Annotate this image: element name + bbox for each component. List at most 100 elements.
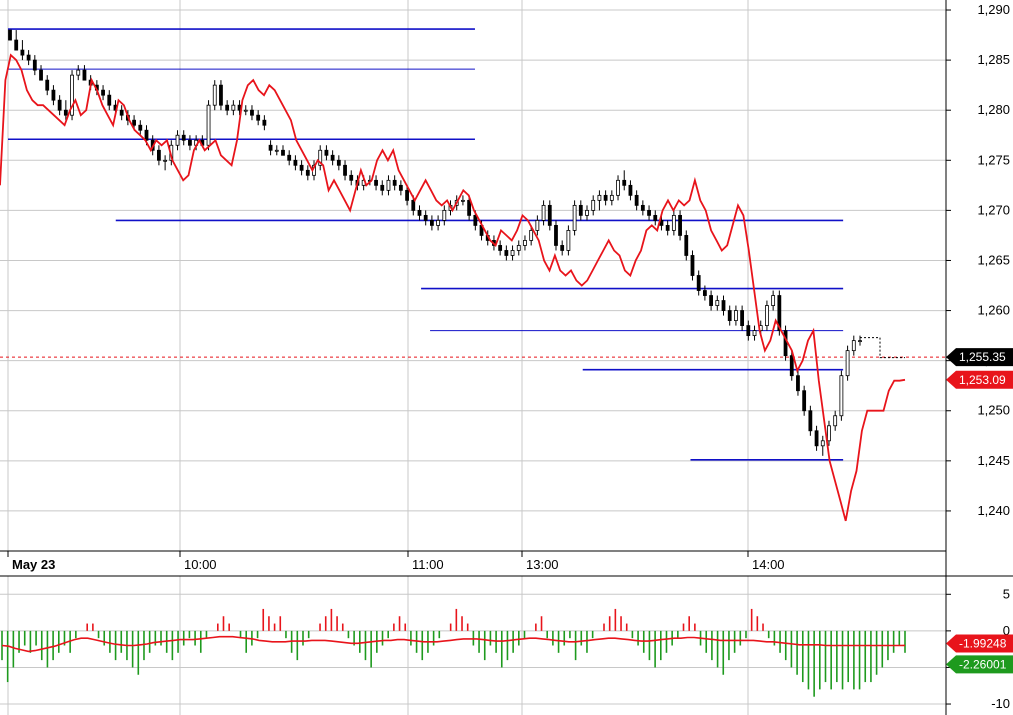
candle-body (32, 59, 37, 71)
candle-body (281, 149, 285, 156)
candle-body (547, 204, 552, 226)
candle (417, 205, 422, 221)
candle (157, 145, 161, 166)
candle-body (640, 204, 645, 211)
candle-body (26, 54, 31, 61)
candle (858, 335, 862, 346)
candle-body (417, 209, 422, 216)
candle-body (82, 69, 87, 81)
candle-body (374, 179, 378, 186)
candle (181, 130, 186, 146)
candle-body (188, 139, 192, 146)
candle (188, 135, 192, 151)
candle-body (523, 240, 527, 246)
candle (640, 200, 645, 216)
x-tick-label: 11:00 (412, 557, 444, 572)
candle-body (671, 214, 676, 231)
candle-body (473, 214, 478, 226)
candle (461, 195, 465, 206)
candle (802, 385, 807, 416)
candle (678, 210, 682, 241)
candle-body (851, 340, 856, 352)
candle (442, 205, 447, 226)
candle-body (628, 184, 633, 196)
candle-body (808, 410, 813, 432)
candle-body (572, 204, 577, 231)
candle (138, 120, 143, 136)
candle (429, 215, 434, 231)
y-tick-label: 1,245 (977, 453, 1010, 468)
candle (851, 335, 856, 356)
candle (225, 100, 230, 116)
candle-body (609, 194, 614, 201)
candle-body (591, 199, 596, 211)
candle (796, 370, 800, 396)
red-line-badge: 1,253.09 (946, 370, 1013, 389)
candle (14, 30, 19, 51)
y-tick-label: 1,260 (977, 303, 1010, 318)
candle-body (554, 225, 558, 246)
candle-body (684, 235, 689, 256)
candle-body (752, 330, 757, 337)
candle-body (796, 375, 800, 392)
candle (107, 90, 112, 111)
price-axis[interactable]: 1,290 1,285 1,280 1,275 1,270 1,265 1,260 1,255… (946, 2, 1010, 518)
signal-badge: -1.99248 (946, 634, 1013, 653)
candle-body (39, 69, 43, 81)
candle-body (423, 214, 428, 221)
candle (20, 40, 25, 61)
candle-body (529, 230, 534, 241)
candle (8, 29, 12, 41)
candle (721, 295, 726, 316)
candle (119, 105, 124, 121)
candle-body (181, 134, 186, 141)
candle-body (727, 310, 732, 321)
candle (597, 190, 602, 211)
candle (436, 215, 441, 231)
candle-body (119, 109, 124, 116)
candle-body (858, 340, 862, 343)
candle (746, 320, 751, 341)
y-tick-label: 1,290 (977, 2, 1010, 17)
candle (336, 155, 341, 171)
candle-body (349, 174, 354, 181)
candle-body (721, 300, 726, 311)
candle-body (634, 194, 639, 206)
candle (398, 180, 403, 196)
candle (175, 130, 180, 151)
candle (566, 225, 571, 256)
signal-badge-label: -1.99248 (959, 636, 1007, 650)
candle-body (665, 225, 670, 231)
y-tick-label: 1,285 (977, 52, 1010, 67)
candle-body (343, 164, 347, 176)
candle-body (225, 104, 230, 111)
candle-body (802, 390, 807, 412)
candle-body (510, 250, 515, 256)
candle (318, 145, 323, 171)
candle-body (305, 169, 310, 176)
x-tick-label: 14:00 (752, 557, 785, 572)
candle (268, 140, 273, 156)
candle (386, 175, 391, 196)
trading-chart: 1,290 1,285 1,280 1,275 1,270 1,265 1,260 1,255… (0, 0, 1013, 715)
candle (684, 230, 689, 261)
candle (274, 145, 279, 156)
candle-body (845, 350, 850, 377)
candle-body (212, 84, 217, 106)
candle (715, 295, 720, 311)
candle-body (14, 39, 19, 51)
candle-body (740, 310, 745, 326)
candle-body (262, 119, 267, 126)
y-tick-label: 1,265 (977, 252, 1010, 267)
candle (603, 190, 608, 206)
candle-body (765, 305, 769, 326)
candle (808, 405, 813, 436)
candle (616, 175, 620, 201)
y-tick-label: 1,275 (977, 152, 1010, 167)
time-axis[interactable]: May 23 10:00 11:00 13:00 14:00 (7, 551, 785, 572)
y-tick-label: 1,280 (977, 102, 1010, 117)
candle-body (436, 219, 441, 226)
candle-body (467, 199, 472, 216)
candle-body (702, 290, 707, 296)
candle (243, 105, 248, 116)
